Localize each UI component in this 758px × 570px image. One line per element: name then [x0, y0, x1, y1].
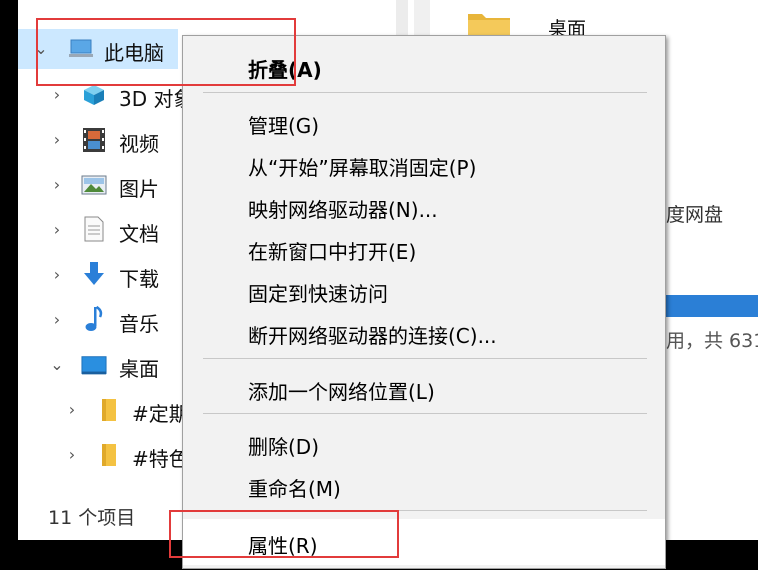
chevron-down-icon[interactable]: ⌄	[48, 355, 66, 374]
nav-item-label: #特色	[132, 447, 189, 471]
menu-separator	[203, 510, 647, 511]
context-menu: 折叠(A) 管理(G) 从“开始”屏幕取消固定(P) 映射网络驱动器(N)...…	[182, 35, 666, 569]
desktop-icon	[81, 353, 107, 379]
chevron-right-icon[interactable]: ›	[48, 265, 66, 284]
chevron-right-icon[interactable]: ›	[63, 400, 81, 419]
menu-item-manage[interactable]: 管理(G)	[183, 102, 665, 142]
menu-separator	[203, 92, 647, 93]
menu-item-label: 添加一个网络位置(L)	[248, 380, 435, 404]
chevron-right-icon[interactable]: ›	[48, 310, 66, 329]
film-icon	[81, 127, 107, 153]
nav-item-label: 桌面	[119, 357, 159, 381]
download-arrow-icon	[81, 261, 107, 287]
chevron-right-icon[interactable]: ›	[48, 175, 66, 194]
menu-item-label: 折叠(A)	[248, 58, 322, 82]
menu-item-delete[interactable]: 删除(D)	[183, 423, 665, 463]
document-icon	[81, 216, 107, 242]
menu-item-label: 删除(D)	[248, 435, 320, 459]
nav-item-label: 下载	[119, 267, 159, 291]
menu-item-label: 属性(R)	[248, 534, 318, 558]
folder-icon	[96, 442, 122, 468]
status-item-count: 11 个项目	[48, 507, 136, 529]
nav-item-label: #定期	[132, 402, 189, 426]
picture-icon	[81, 172, 107, 198]
nav-item-label: 视频	[119, 132, 159, 156]
menu-item-map-drive[interactable]: 映射网络驱动器(N)...	[183, 186, 665, 226]
cube-3d-icon	[81, 82, 107, 108]
nav-item-label: 此电脑	[104, 41, 164, 65]
cloud-drive-label[interactable]: 度网盘	[666, 200, 723, 227]
chevron-right-icon[interactable]: ›	[48, 220, 66, 239]
menu-item-collapse[interactable]: 折叠(A)	[183, 46, 665, 86]
menu-item-label: 从“开始”屏幕取消固定(P)	[248, 156, 477, 180]
menu-item-label: 固定到快速访问	[248, 282, 388, 306]
storage-status-text: 用，共 631	[666, 330, 758, 352]
folder-icon	[96, 397, 122, 423]
nav-item-this-pc[interactable]: ⌄ 此电脑	[18, 29, 178, 69]
menu-item-add-network-location[interactable]: 添加一个网络位置(L)	[183, 368, 665, 408]
music-note-icon	[81, 305, 107, 332]
nav-item-label: 音乐	[119, 312, 159, 336]
menu-item-properties[interactable]: 属性(R)	[183, 519, 665, 565]
menu-item-label: 管理(G)	[248, 114, 320, 138]
menu-item-label: 重命名(M)	[248, 477, 341, 501]
menu-item-label: 映射网络驱动器(N)...	[248, 198, 438, 222]
usage-bar	[664, 295, 758, 317]
nav-item-label: 图片	[119, 177, 159, 201]
menu-item-open-new-window[interactable]: 在新窗口中打开(E)	[183, 228, 665, 268]
computer-icon	[68, 36, 94, 62]
menu-item-disconnect-drive[interactable]: 断开网络驱动器的连接(C)...	[183, 312, 665, 352]
chevron-right-icon[interactable]: ›	[48, 130, 66, 149]
chevron-right-icon[interactable]: ›	[63, 445, 81, 464]
nav-item-label: 文档	[119, 222, 159, 246]
menu-item-rename[interactable]: 重命名(M)	[183, 465, 665, 505]
chevron-right-icon[interactable]: ›	[48, 85, 66, 104]
menu-item-label: 在新窗口中打开(E)	[248, 240, 417, 264]
menu-item-unpin-start[interactable]: 从“开始”屏幕取消固定(P)	[183, 144, 665, 184]
chevron-down-icon[interactable]: ⌄	[32, 39, 50, 58]
menu-item-label: 断开网络驱动器的连接(C)...	[248, 324, 497, 348]
menu-item-pin-quick-access[interactable]: 固定到快速访问	[183, 270, 665, 310]
menu-separator	[203, 358, 647, 359]
menu-separator	[203, 413, 647, 414]
